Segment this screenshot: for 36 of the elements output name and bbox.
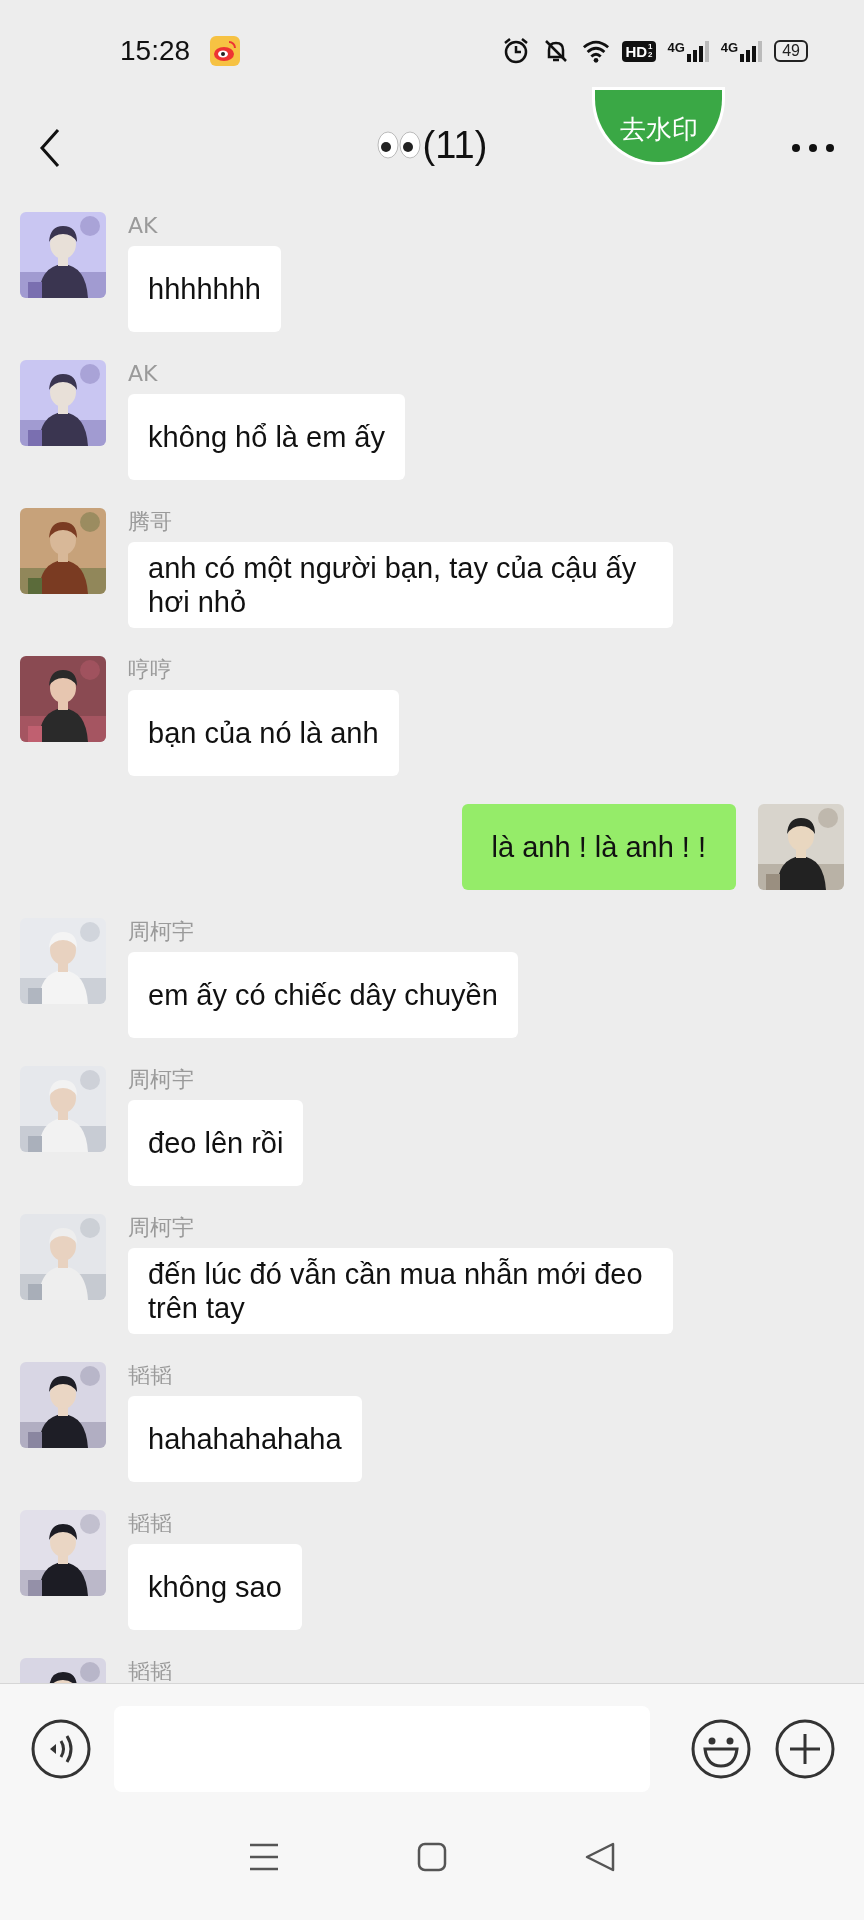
app-notification-icon [210,36,241,66]
remove-watermark-button[interactable]: 去水印 [595,90,722,162]
more-icon[interactable] [790,142,836,154]
voice-icon[interactable] [30,1718,92,1780]
chat-title: (11) [422,123,488,167]
sender-name: AK [128,212,158,240]
sender-name: 哼哼 [128,656,172,684]
message-bubble: hahahahahaha [128,1396,362,1482]
sender-name: 周柯宇 [128,1066,194,1094]
status-time: 15:28 [120,35,191,67]
battery-level: 49 [774,40,808,62]
message-bubble: đeo lên rồi [128,1100,304,1186]
sender-name: 腾哥 [128,508,172,536]
sender-name: 韬韬 [128,1362,172,1390]
emoji-icon[interactable] [690,1718,752,1780]
sender-name: 韬韬 [128,1658,172,1683]
sender-name: 周柯宇 [128,1214,194,1242]
message-bubble: đến lúc đó vẫn cần mua nhẫn mới đeo trên tay [128,1248,673,1334]
message-bubble: không sao [128,1544,302,1630]
message-bubble: bạn của nó là anh [128,690,399,776]
sender-name: AK [128,360,158,388]
message-bubble: em ấy có chiếc dây chuyền [128,952,518,1038]
back-nav-icon[interactable] [583,1840,617,1874]
message-bubble: là anh ! là anh ! ! [461,804,736,890]
signal-icon [686,40,709,62]
message-bubble: anh có một người bạn, tay của cậu ấy hơi nhỏ [128,542,673,628]
network-label: 4G [720,40,739,55]
network-label: 4G [667,40,685,55]
eyes-icon [376,131,421,159]
message-bubble: hhhhhhh [128,246,281,332]
add-icon[interactable] [774,1718,836,1780]
sender-name: 周柯宇 [128,918,194,946]
sender-name: 韬韬 [128,1510,172,1538]
home-icon[interactable] [415,1840,449,1874]
signal-icon [740,40,763,62]
message-bubble: không hổ là em ấy [128,394,405,480]
